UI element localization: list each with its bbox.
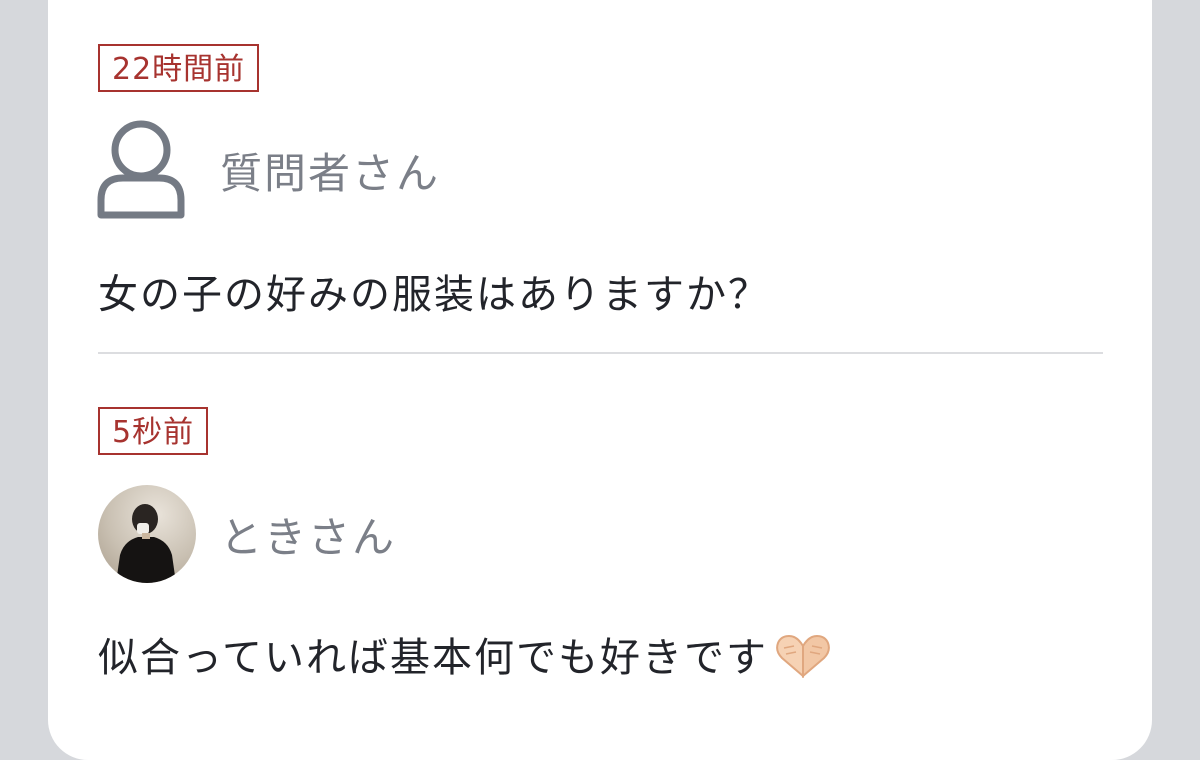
question-user-name[interactable]: 質問者さん [220,140,440,201]
divider [98,352,1103,354]
question-time-badge: 22時間前 [98,44,260,92]
answer-user-row[interactable]: ときさん [98,485,396,583]
question-text: 女の子の好みの服装はありますか？ [98,272,770,318]
answer-time-badge: 5秒前 [98,407,209,455]
answer-text: 似合っていれば基本何でも好きです [98,635,768,681]
answer-text-row: 似合っていれば基本何でも好きです [98,625,834,688]
user-outline-icon [96,120,186,220]
avatar[interactable] [98,485,196,583]
answer-user-name[interactable]: ときさん [220,504,396,565]
heart-hands-icon [772,632,834,688]
question-user-row[interactable]: 質問者さん [96,120,440,220]
